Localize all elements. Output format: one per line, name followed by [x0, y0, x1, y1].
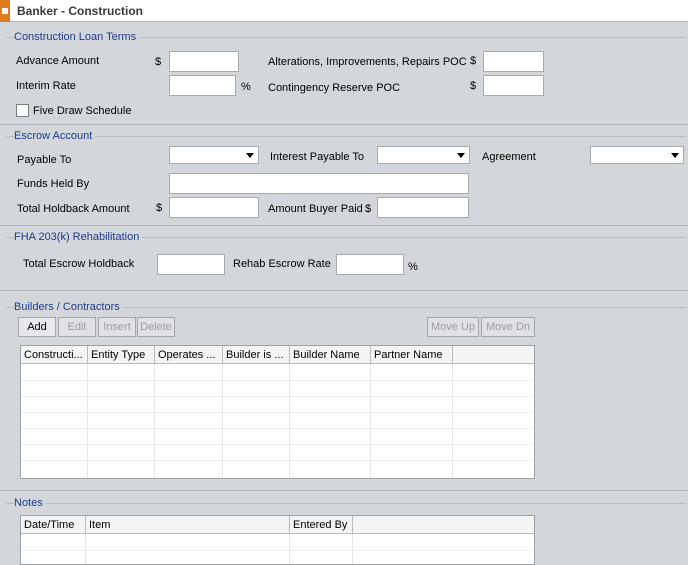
column-header-item[interactable]: Item: [86, 516, 290, 534]
interim-rate-label: Interim Rate: [16, 80, 76, 92]
five-draw-label: Five Draw Schedule: [33, 105, 132, 117]
section-border: [0, 124, 688, 125]
section-title-escrow-account: Escrow Account: [14, 130, 96, 142]
funds-held-by-label: Funds Held By: [17, 178, 90, 190]
move-up-button[interactable]: Move Up: [427, 317, 479, 337]
total-holdback-dollar: $: [156, 202, 163, 214]
contingency-label: Contingency Reserve POC: [268, 82, 401, 94]
builders-table[interactable]: Constructi... Entity Type Operates ... B…: [20, 345, 535, 479]
window-title: Banker - Construction: [17, 4, 144, 18]
add-button[interactable]: Add: [18, 317, 56, 337]
chevron-down-icon: [457, 153, 465, 158]
amount-buyer-paid-input[interactable]: [377, 197, 469, 218]
column-header-date-time[interactable]: Date/Time: [21, 516, 86, 534]
chevron-down-icon: [246, 153, 254, 158]
alterations-dollar: $: [470, 55, 477, 67]
total-escrow-holdback-label: Total Escrow Holdback: [23, 258, 135, 270]
alterations-label: Alterations, Improvements, Repairs POC: [268, 56, 467, 68]
rehab-escrow-rate-percent: %: [408, 261, 418, 273]
advance-amount-label: Advance Amount: [16, 55, 100, 67]
section-border: [0, 290, 688, 291]
edit-button[interactable]: Edit: [58, 317, 96, 337]
payable-to-select[interactable]: [169, 146, 259, 164]
advance-amount-dollar: $: [155, 56, 162, 68]
column-header-partner-name[interactable]: Partner Name: [371, 346, 453, 364]
chevron-down-icon: [671, 153, 679, 158]
advance-amount-input[interactable]: [169, 51, 239, 72]
column-header-construction[interactable]: Constructi...: [21, 346, 88, 364]
notes-table[interactable]: Date/Time Item Entered By: [20, 515, 535, 565]
contingency-dollar: $: [470, 80, 477, 92]
funds-held-by-input[interactable]: [169, 173, 469, 194]
total-holdback-label: Total Holdback Amount: [17, 203, 130, 215]
total-escrow-holdback-input[interactable]: [157, 254, 225, 275]
payable-to-label: Payable To: [17, 154, 72, 166]
column-header-builder-is[interactable]: Builder is ...: [223, 346, 290, 364]
app-accent-icon: [0, 0, 10, 22]
move-dn-button[interactable]: Move Dn: [481, 317, 535, 337]
section-divider: [6, 503, 686, 504]
delete-button[interactable]: Delete: [137, 317, 175, 337]
amount-buyer-paid-label: Amount Buyer Paid: [268, 203, 363, 215]
total-holdback-input[interactable]: [169, 197, 259, 218]
notes-table-header: Date/Time Item Entered By: [21, 516, 534, 534]
interim-rate-percent: %: [241, 81, 251, 93]
insert-button[interactable]: Insert: [98, 317, 136, 337]
window-titlebar: Banker - Construction: [0, 0, 688, 22]
column-header-entity-type[interactable]: Entity Type: [88, 346, 155, 364]
five-draw-checkbox[interactable]: [16, 104, 29, 117]
amount-buyer-paid-dollar: $: [365, 203, 372, 215]
rehab-escrow-rate-label: Rehab Escrow Rate: [233, 258, 331, 270]
rehab-escrow-rate-input[interactable]: [336, 254, 404, 275]
interest-payable-to-select[interactable]: [377, 146, 470, 164]
section-title-construction-loan-terms: Construction Loan Terms: [14, 31, 140, 43]
builders-table-header: Constructi... Entity Type Operates ... B…: [21, 346, 534, 364]
column-header-entered-by[interactable]: Entered By: [290, 516, 353, 534]
section-border: [0, 490, 688, 491]
interim-rate-input[interactable]: [169, 75, 236, 96]
contingency-input[interactable]: [483, 75, 544, 96]
column-header-builder-name[interactable]: Builder Name: [290, 346, 371, 364]
section-divider: [6, 136, 686, 137]
column-header-operates[interactable]: Operates ...: [155, 346, 223, 364]
agreement-select[interactable]: [590, 146, 684, 164]
alterations-input[interactable]: [483, 51, 544, 72]
interest-payable-to-label: Interest Payable To: [270, 151, 364, 163]
section-title-fha: FHA 203(k) Rehabilitation: [14, 231, 143, 243]
agreement-label: Agreement: [482, 151, 536, 163]
section-title-notes: Notes: [14, 497, 46, 509]
section-border: [0, 225, 688, 226]
section-title-builders: Builders / Contractors: [14, 301, 123, 313]
